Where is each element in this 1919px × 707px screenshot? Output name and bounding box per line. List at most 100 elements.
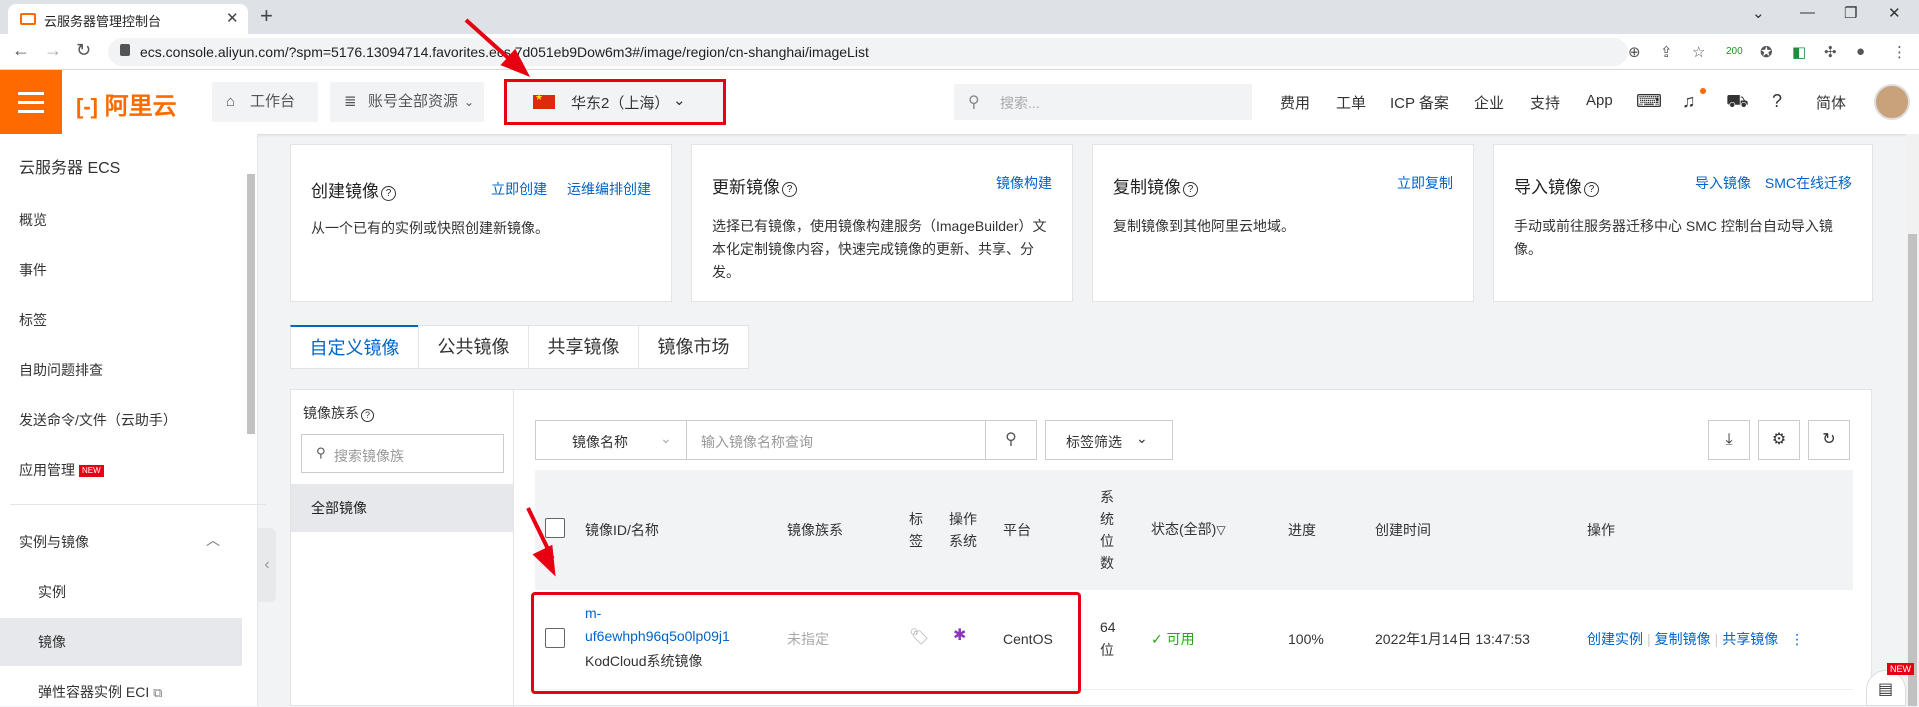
menu-hamburger-icon[interactable] [0, 70, 62, 134]
region-selector[interactable]: 华东2（上海） ⌄ [504, 79, 726, 125]
chevron-down-icon: ⌄ [660, 430, 672, 446]
search-icon: ⚲ [1005, 431, 1017, 448]
tab-marketplace[interactable]: 镜像市场 [638, 325, 749, 369]
export-button[interactable]: ⤓ [1708, 420, 1750, 460]
bookmark-star-icon[interactable]: ☆ [1692, 43, 1705, 61]
progress-value: 100% [1288, 631, 1324, 647]
sidebar-item-instances[interactable]: 实例 [38, 582, 66, 602]
share-image-link[interactable]: 共享镜像 [1722, 631, 1778, 647]
avatar[interactable] [1874, 84, 1910, 120]
family-all-images[interactable]: 全部镜像 [291, 484, 514, 532]
col-header-bits: 系统位数 [1100, 489, 1114, 571]
sidebar-item-troubleshoot[interactable]: 自助问题排查 [19, 360, 103, 380]
card-description: 复制镜像到其他阿里云地域。 [1113, 218, 1295, 234]
close-tab-icon[interactable]: ✕ [226, 9, 239, 27]
smc-migration-link[interactable]: SMC在线迁移 [1765, 175, 1852, 191]
tab-public-images[interactable]: 公共镜像 [418, 325, 529, 369]
zoom-icon[interactable]: ⊕ [1628, 43, 1641, 61]
sidebar-item-overview[interactable]: 概览 [19, 210, 47, 230]
image-name-search-input[interactable]: 输入镜像名称查询 [686, 420, 986, 460]
settings-button[interactable]: ⚙ [1758, 420, 1800, 460]
copy-image-link[interactable]: 复制镜像 [1655, 631, 1711, 647]
import-image-link[interactable]: 导入镜像 [1695, 175, 1751, 191]
nav-link-billing[interactable]: 费用 [1280, 92, 1310, 113]
sidebar-group-instances-images[interactable]: 实例与镜像 [19, 532, 89, 552]
nav-link-support[interactable]: 支持 [1530, 92, 1560, 113]
help-icon[interactable]: ? [1772, 91, 1782, 112]
image-builder-link[interactable]: 镜像构建 [996, 175, 1052, 191]
card-links: 镜像构建 [980, 173, 1052, 193]
search-button[interactable]: ⚲ [985, 420, 1037, 460]
create-now-link[interactable]: 立即创建 [491, 181, 547, 197]
extensions-puzzle-icon[interactable]: ✣ [1824, 43, 1837, 61]
copy-now-link[interactable]: 立即复制 [1397, 175, 1453, 191]
browser-tab[interactable]: 云服务器管理控制台 ✕ [8, 4, 248, 34]
extension-icon[interactable]: ✪ [1760, 43, 1773, 61]
sidebar-collapse-handle[interactable]: ‹ [258, 528, 276, 602]
resources-dropdown[interactable]: ≣ 账号全部资源 ⌄ [330, 82, 484, 122]
check-circle-icon: ✓ [1151, 631, 1163, 647]
select-all-checkbox[interactable] [545, 518, 565, 538]
minimize-icon[interactable]: — [1800, 4, 1815, 21]
card-create-image: 创建镜像? 立即创建 运维编排创建 从一个已有的实例或快照创建新镜像。 [290, 144, 672, 302]
feedback-floating-button[interactable]: ▤ NEW [1866, 663, 1914, 706]
filter-icon: ▽ [1216, 523, 1226, 537]
sidebar-item-cloud-assistant[interactable]: 发送命令/文件（云助手） [19, 410, 177, 430]
sidebar-item-images[interactable]: 镜像 [0, 618, 242, 666]
nav-link-app[interactable]: App [1586, 92, 1613, 109]
extension-green-icon[interactable]: ◧ [1792, 43, 1806, 61]
language-switch[interactable]: 简体 [1816, 92, 1846, 113]
tag-filter-dropdown[interactable]: 标签筛选 ⌄ [1045, 420, 1173, 460]
restore-icon[interactable]: ❐ [1844, 4, 1857, 22]
forward-icon[interactable]: → [44, 40, 62, 61]
help-icon: ? [782, 182, 797, 197]
card-update-image: 更新镜像? 镜像构建 选择已有镜像，使用镜像构建服务（ImageBuilder）… [691, 144, 1073, 302]
col-header-status[interactable]: 状态(全部)▽ [1151, 518, 1226, 541]
sidebar-item-eci[interactable]: 弹性容器实例 ECI ⧉ [38, 682, 162, 702]
extension-badge[interactable]: 200 [1726, 46, 1743, 57]
global-search-input[interactable]: ⚲ 搜索... [954, 84, 1252, 120]
terminal-icon[interactable]: ⌨ [1636, 91, 1662, 112]
image-family-panel: 镜像族系? ⚲ 搜索镜像族 全部镜像 [291, 390, 514, 707]
family-search-input[interactable]: ⚲ 搜索镜像族 [301, 434, 504, 473]
nav-link-icp[interactable]: ICP 备案 [1390, 92, 1449, 113]
page-scrollbar[interactable] [1906, 134, 1919, 706]
tab-shared-images[interactable]: 共享镜像 [528, 325, 639, 369]
search-field-select[interactable]: 镜像名称 ⌄ [535, 420, 687, 460]
refresh-button[interactable]: ↻ [1808, 420, 1850, 460]
tab-search-chevron-icon[interactable]: ⌄ [1752, 4, 1765, 22]
col-header-progress: 进度 [1288, 522, 1316, 538]
search-placeholder: 搜索... [1000, 95, 1040, 111]
aliyun-logo[interactable]: [-] 阿里云 [76, 86, 177, 121]
new-badge: NEW [1887, 663, 1914, 675]
card-description: 选择已有镜像，使用镜像构建服务（ImageBuilder）文本化定制镜像内容，快… [712, 218, 1047, 280]
bell-icon[interactable]: ♫ [1682, 91, 1696, 112]
more-actions-icon[interactable]: ⋮ [1790, 631, 1804, 647]
close-window-icon[interactable]: ✕ [1888, 4, 1901, 22]
nav-link-enterprise[interactable]: 企业 [1474, 92, 1504, 113]
sidebar-scrollbar[interactable] [247, 174, 255, 434]
workbench-button[interactable]: ⌂ 工作台 [212, 82, 318, 122]
nav-link-ticket[interactable]: 工单 [1336, 92, 1366, 113]
cart-icon[interactable]: ⛟ [1726, 91, 1749, 115]
profile-icon[interactable]: ● [1856, 43, 1865, 60]
oos-create-link[interactable]: 运维编排创建 [567, 181, 651, 197]
back-icon[interactable]: ← [12, 40, 30, 61]
chevron-up-icon[interactable]: ︿ [206, 530, 220, 550]
tab-custom-images[interactable]: 自定义镜像 [290, 325, 419, 369]
download-icon: ⤓ [1725, 431, 1733, 448]
sidebar-item-app-management[interactable]: 应用管理 NEW [19, 460, 104, 480]
card-import-image: 导入镜像? 导入镜像 SMC在线迁移 手动或前往服务器迁移中心 SMC 控制台自… [1493, 144, 1873, 302]
url-field[interactable]: ecs.console.aliyun.com/?spm=5176.1309471… [108, 38, 1628, 66]
sidebar-item-events[interactable]: 事件 [19, 260, 47, 280]
browser-menu-icon[interactable]: ⋮ [1892, 43, 1907, 61]
share-icon[interactable]: ⇪ [1660, 43, 1673, 61]
sidebar-item-tags[interactable]: 标签 [19, 310, 47, 330]
family-search-placeholder: 搜索镜像族 [334, 448, 404, 464]
row-actions: 创建实例 | 复制镜像 | 共享镜像 ⋮ [1587, 631, 1805, 647]
home-icon: ⌂ [226, 93, 236, 110]
china-flag-icon [533, 92, 555, 109]
create-instance-link[interactable]: 创建实例 [1587, 631, 1643, 647]
new-tab-icon[interactable]: + [260, 3, 273, 29]
reload-icon[interactable]: ↻ [76, 40, 91, 61]
